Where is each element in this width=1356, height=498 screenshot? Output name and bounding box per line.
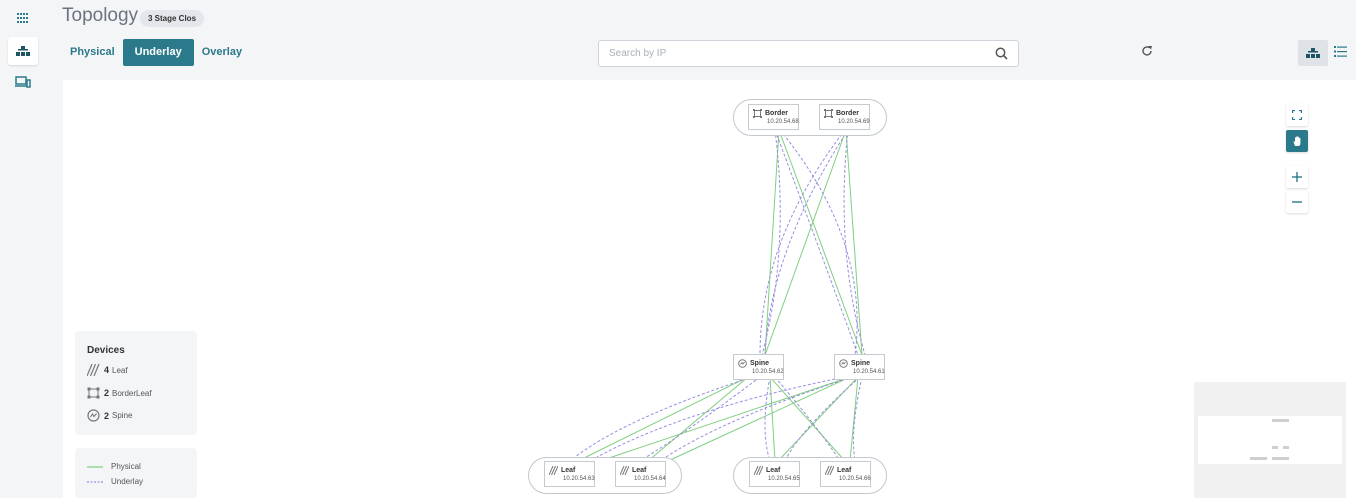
leaf-node-2[interactable]: Leaf 10.20.54.64 (615, 461, 666, 487)
search-icon[interactable] (995, 47, 1008, 65)
topology-type-badge: 3 Stage Clos (140, 10, 205, 27)
minimap-node (1272, 457, 1289, 460)
node-ip: 10.20.54.63 (563, 476, 595, 482)
page-title: Topology (62, 5, 139, 26)
node-ip: 10.20.54.69 (838, 119, 870, 125)
legend-underlay-label: Underlay (111, 477, 144, 486)
spine-node-2[interactable]: Spine 10.20.54.61 (834, 354, 885, 380)
leaf-icon (825, 466, 834, 475)
leaf-icon (87, 364, 100, 376)
legend-title: Devices (87, 345, 125, 356)
node-ip: 10.20.54.61 (853, 369, 885, 375)
minimap-node (1283, 446, 1289, 449)
refresh-icon[interactable] (1141, 44, 1153, 62)
borderleaf-icon (87, 387, 100, 399)
grid-icon[interactable] (8, 4, 38, 32)
border-node-2[interactable]: Border 10.20.54.69 (819, 104, 870, 130)
pan-tool-button[interactable] (1286, 130, 1308, 152)
legend-item-borderleaf: 2 BorderLeaf (87, 387, 152, 399)
list-view-icon[interactable] (1334, 44, 1347, 62)
node-ip: 10.20.54.66 (839, 476, 871, 482)
node-role: Leaf (837, 467, 852, 474)
legend-physical: Physical (87, 462, 141, 471)
border-node-1[interactable]: Border 10.20.54.68 (748, 104, 799, 130)
topology-view-toggle[interactable] (1298, 40, 1328, 66)
node-role: Spine (851, 360, 871, 367)
view-tabs: Physical Underlay Overlay (62, 39, 250, 66)
leaf-node-3[interactable]: Leaf 10.20.54.65 (749, 461, 800, 487)
tab-overlay[interactable]: Overlay (194, 39, 250, 66)
topology-view-icon (1306, 48, 1320, 58)
search-box (598, 40, 1019, 67)
leaf-icon (620, 466, 629, 475)
legend-count: 4 (104, 365, 110, 375)
minimap-node (1250, 457, 1267, 460)
leaf-node-4[interactable]: Leaf 10.20.54.66 (820, 461, 871, 487)
underlay-line-swatch (87, 480, 103, 483)
node-role: Border (765, 110, 788, 117)
legend-count: 2 (104, 410, 110, 421)
plus-icon (1292, 172, 1302, 182)
hand-icon (1293, 135, 1300, 146)
spine-icon (87, 409, 100, 422)
node-ip: 10.20.54.64 (634, 476, 666, 482)
node-ip: 10.20.54.62 (752, 369, 784, 375)
search-input[interactable] (599, 41, 979, 66)
node-ip: 10.20.54.68 (767, 119, 799, 125)
node-role: Leaf (766, 467, 781, 474)
minus-icon (1292, 201, 1302, 203)
legend-label: Leaf (112, 365, 128, 375)
topology-icon[interactable] (8, 37, 38, 65)
legend-label: BorderLeaf (112, 388, 152, 398)
tab-underlay[interactable]: Underlay (122, 39, 194, 66)
spine-icon (839, 359, 848, 368)
topology-canvas[interactable] (63, 80, 1356, 498)
leaf-icon (754, 466, 763, 475)
node-ip: 10.20.54.65 (768, 476, 800, 482)
zoom-out-button[interactable] (1286, 191, 1308, 213)
fullscreen-button[interactable] (1286, 104, 1308, 126)
device-legend: Devices 4 Leaf 2 BorderLeaf 2 Spine (75, 331, 197, 435)
legend-label: Spine (112, 411, 133, 420)
node-role: Leaf (632, 467, 647, 474)
leaf-node-1[interactable]: Leaf 10.20.54.63 (544, 461, 595, 487)
leaf-icon (549, 466, 558, 475)
legend-underlay: Underlay (87, 477, 143, 486)
fullscreen-icon (1292, 110, 1302, 120)
legend-item-spine: 2 Spine (87, 409, 132, 422)
spine-icon (738, 359, 747, 368)
legend-item-leaf: 4 Leaf (87, 364, 128, 376)
minimap-node (1272, 446, 1278, 449)
node-role: Spine (750, 360, 770, 367)
left-rail (0, 0, 46, 498)
devices-icon[interactable] (8, 68, 38, 96)
spine-node-1[interactable]: Spine 10.20.54.62 (733, 354, 784, 380)
minimap-node (1272, 419, 1289, 422)
borderleaf-icon (753, 109, 762, 118)
tab-physical[interactable]: Physical (62, 39, 123, 66)
node-role: Border (836, 110, 859, 117)
physical-line-swatch (87, 465, 103, 468)
legend-count: 2 (104, 388, 110, 398)
zoom-in-button[interactable] (1286, 166, 1308, 188)
legend-physical-label: Physical (111, 462, 141, 471)
borderleaf-icon (824, 109, 833, 118)
link-legend: Physical Underlay (75, 448, 197, 498)
minimap-viewport[interactable] (1198, 416, 1342, 464)
node-role: Leaf (561, 467, 576, 474)
